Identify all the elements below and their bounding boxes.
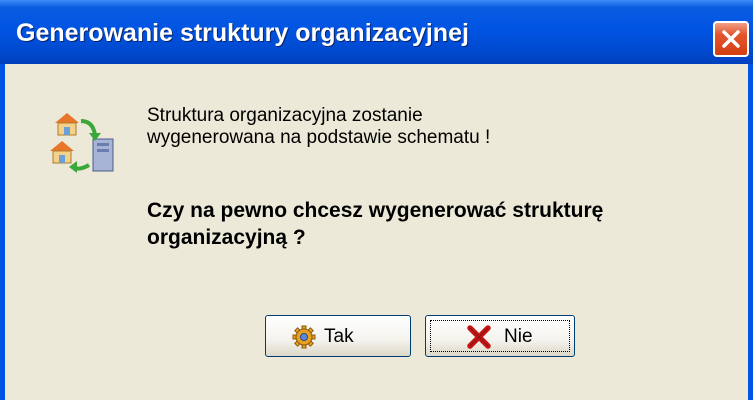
title-bar[interactable]: Generowanie struktury organizacyjnej: [0, 0, 753, 64]
no-button-label: Nie: [504, 326, 533, 347]
message-line-1: Struktura organizacyjna zostanie: [147, 105, 423, 126]
dialog-body: Struktura organizacyjna zostanie wygener…: [0, 64, 753, 400]
yes-button[interactable]: Tak: [265, 315, 411, 357]
confirmation-question: Czy na pewno chcesz wygenerować struktur…: [147, 199, 604, 249]
dialog-window: Generowanie struktury organizacyjnej Str…: [0, 0, 753, 400]
focus-indicator: [430, 320, 570, 352]
gear-icon: [292, 325, 316, 349]
close-button[interactable]: [713, 21, 749, 57]
message-text: Struktura organizacyjna zostanie wygener…: [147, 105, 490, 149]
organization-structure-icon: [50, 113, 114, 173]
yes-button-label: Tak: [324, 326, 354, 347]
x-icon: [467, 325, 491, 349]
window-title: Generowanie struktury organizacyjnej: [16, 19, 469, 47]
message-line-2: wygenerowana na podstawie schematu !: [147, 127, 491, 148]
close-icon: [722, 30, 740, 48]
no-button[interactable]: Nie: [425, 315, 575, 357]
